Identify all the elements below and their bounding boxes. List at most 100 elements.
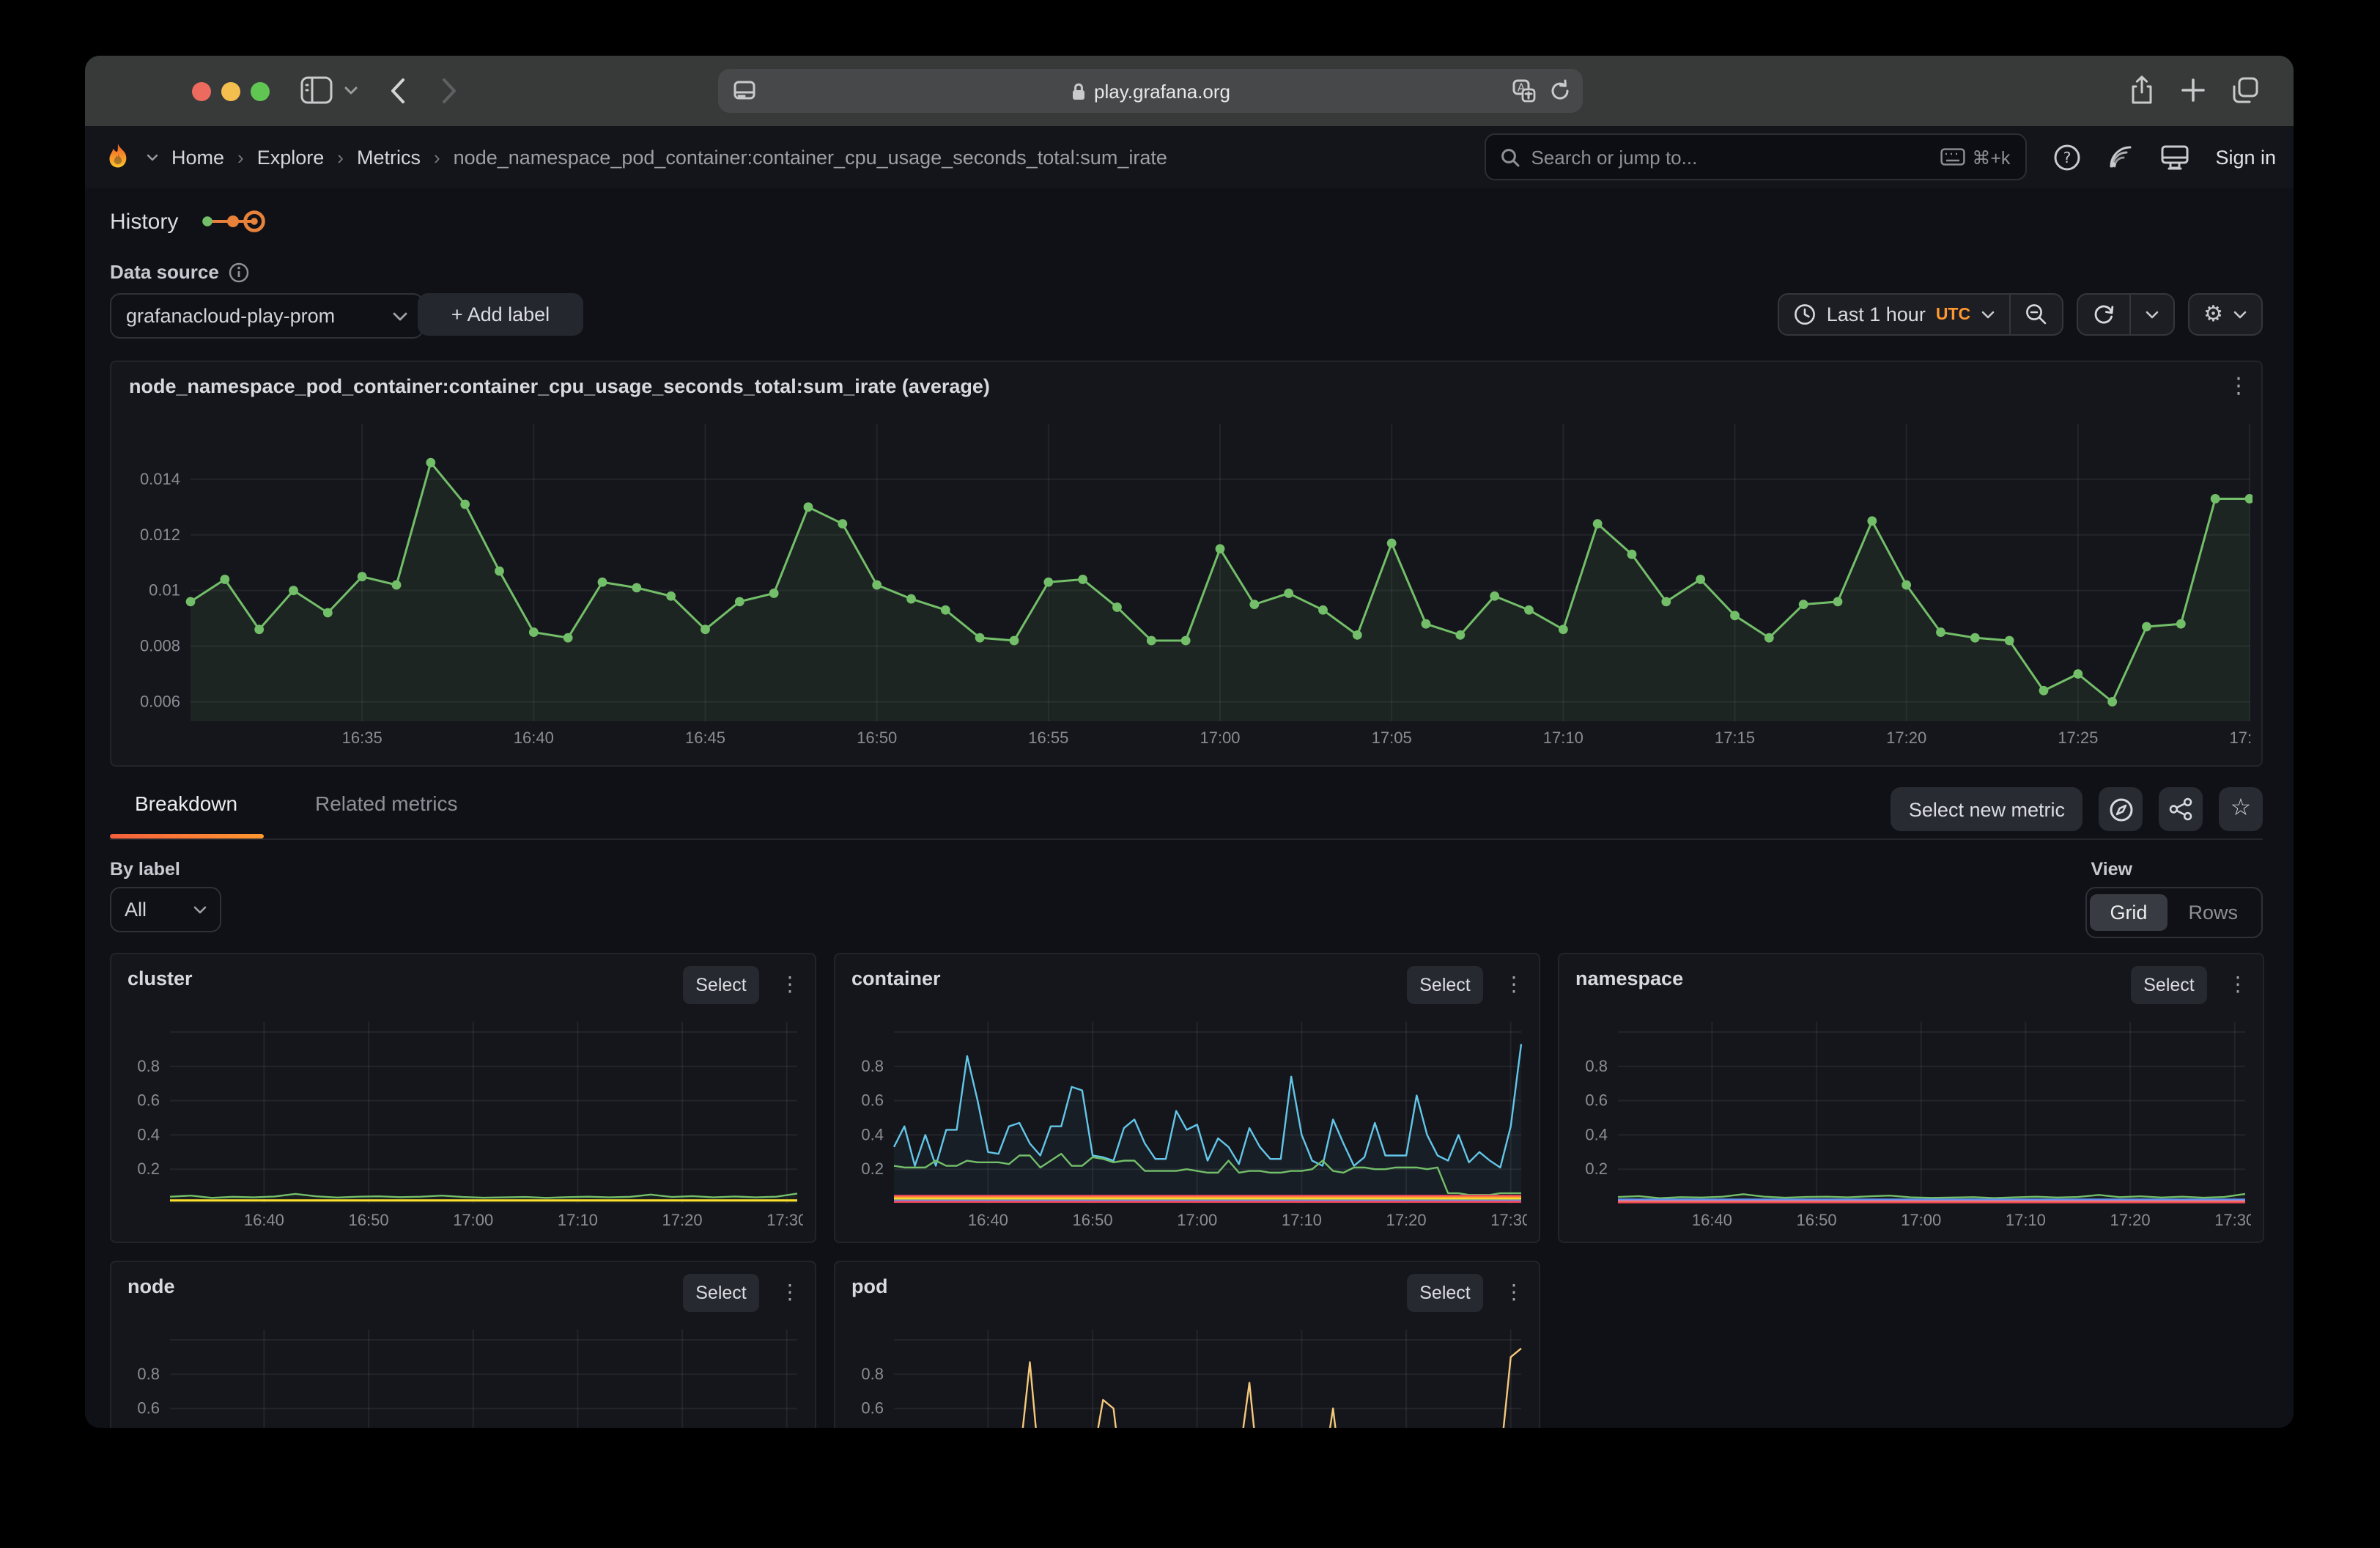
select-button[interactable]: Select: [683, 966, 759, 1004]
panel-pod: pod Select ⋮ 0.20.40.60.816:4016:5017:00…: [834, 1261, 1540, 1428]
search-shortcut: ⌘+k: [1940, 146, 2010, 168]
select-new-metric-button[interactable]: Select new metric: [1891, 787, 2082, 831]
news-rss-icon[interactable]: [2107, 144, 2133, 170]
browser-window: play.grafana.org A: [85, 56, 2294, 1428]
svg-text:17:00: 17:00: [453, 1211, 493, 1229]
panel-cluster: cluster Select ⋮ 0.20.40.60.816:4016:501…: [110, 953, 816, 1243]
panel-menu-icon[interactable]: ⋮: [2228, 375, 2250, 397]
breadcrumb-separator: ›: [237, 146, 244, 168]
refresh-interval-dropdown[interactable]: [2130, 295, 2173, 334]
sidebar-chevron-icon[interactable]: [344, 86, 358, 95]
org-chevron-icon[interactable]: [147, 153, 158, 161]
select-button[interactable]: Select: [1407, 966, 1483, 1004]
panel-namespace: namespace Select ⋮ 0.20.40.60.816:4016:5…: [1558, 953, 2264, 1243]
sign-in-button[interactable]: Sign in: [2215, 146, 2276, 168]
forward-button[interactable]: [441, 78, 457, 104]
desktop: play.grafana.org A: [0, 0, 2380, 1548]
address-bar[interactable]: play.grafana.org A: [718, 69, 1583, 113]
settings-button[interactable]: ⚙: [2189, 295, 2261, 334]
tab-breakdown[interactable]: Breakdown: [135, 792, 237, 815]
new-tab-icon[interactable]: [2181, 78, 2206, 103]
select-button[interactable]: Select: [2131, 966, 2207, 1004]
breadcrumb-separator: ›: [337, 146, 344, 168]
panel-node: node Select ⋮ 0.20.40.60.816:4016:5017:0…: [110, 1261, 816, 1428]
svg-text:16:50: 16:50: [1073, 1211, 1113, 1229]
breadcrumb: Home › Explore › Metrics › node_namespac…: [103, 126, 1167, 188]
cluster-chart[interactable]: 0.20.40.60.816:4016:5017:0017:1017:2017:…: [120, 1013, 803, 1233]
namespace-chart[interactable]: 0.20.40.60.816:4016:5017:0017:1017:2017:…: [1568, 1013, 2251, 1233]
history-label: History: [110, 209, 178, 234]
grafana-nav: Home › Explore › Metrics › node_namespac…: [85, 126, 2294, 189]
zoom-out-button[interactable]: [2010, 295, 2061, 334]
svg-text:0.8: 0.8: [861, 1057, 884, 1075]
reload-icon[interactable]: [1549, 79, 1571, 103]
node-chart[interactable]: 0.20.40.60.816:4016:5017:0017:1017:2017:…: [120, 1321, 803, 1428]
pod-chart[interactable]: 0.20.40.60.816:4016:5017:0017:1017:2017:…: [844, 1321, 1527, 1428]
back-button[interactable]: [390, 78, 406, 104]
data-source-picker[interactable]: grafanacloud-play-prom: [110, 293, 424, 339]
panel-menu-icon[interactable]: ⋮: [780, 972, 800, 997]
time-range-picker[interactable]: Last 1 hour UTC: [1780, 295, 2010, 334]
translate-icon[interactable]: A: [1512, 79, 1536, 103]
panel-menu-icon[interactable]: ⋮: [2228, 972, 2248, 997]
panel-menu-icon[interactable]: ⋮: [780, 1280, 800, 1305]
view-rows-option[interactable]: Rows: [2168, 894, 2258, 931]
info-icon[interactable]: [229, 262, 250, 282]
monitor-icon[interactable]: [2159, 143, 2189, 171]
share-icon[interactable]: [2129, 75, 2154, 106]
svg-text:16:50: 16:50: [1797, 1211, 1837, 1229]
search-input[interactable]: Search or jump to... ⌘+k: [1484, 133, 2026, 180]
chevron-down-icon: [393, 312, 407, 320]
panel-title: cluster: [128, 968, 193, 989]
svg-text:0.6: 0.6: [137, 1399, 160, 1418]
select-button[interactable]: Select: [1407, 1274, 1483, 1312]
by-label-select[interactable]: All: [110, 887, 221, 932]
svg-text:16:40: 16:40: [968, 1211, 1008, 1229]
help-icon[interactable]: ?: [2052, 143, 2080, 171]
svg-text:17:00: 17:00: [1177, 1211, 1217, 1229]
bookmark-star-button[interactable]: ☆: [2219, 787, 2263, 831]
svg-text:0.01: 0.01: [149, 581, 180, 600]
drilldown-compass-button[interactable]: [2099, 787, 2143, 831]
panel-menu-icon[interactable]: ⋮: [1504, 972, 1524, 997]
main-metric-panel: node_namespace_pod_container:container_c…: [110, 361, 2263, 767]
grafana-logo-icon[interactable]: [103, 141, 133, 173]
by-label-value: All: [125, 899, 147, 921]
refresh-button[interactable]: [2077, 295, 2130, 334]
browser-toolbar: play.grafana.org A: [85, 56, 2294, 128]
svg-text:17:20: 17:20: [1886, 729, 1926, 747]
panel-menu-icon[interactable]: ⋮: [1504, 1280, 1524, 1305]
svg-text:16:50: 16:50: [857, 729, 897, 747]
svg-text:16:40: 16:40: [514, 729, 554, 747]
share-panel-button[interactable]: [2159, 787, 2203, 831]
svg-text:0.8: 0.8: [1585, 1057, 1608, 1075]
traffic-close-button[interactable]: [192, 81, 211, 100]
refresh-icon: [2092, 303, 2114, 325]
data-source-value: grafanacloud-play-prom: [126, 305, 335, 327]
svg-text:17:10: 17:10: [558, 1211, 598, 1229]
container-chart[interactable]: 0.20.40.60.816:4016:5017:0017:1017:2017:…: [844, 1013, 1527, 1233]
svg-text:0.8: 0.8: [137, 1057, 160, 1075]
traffic-zoom-button[interactable]: [251, 81, 270, 100]
add-label-button[interactable]: + Add label: [418, 293, 583, 336]
select-button[interactable]: Select: [683, 1274, 759, 1312]
traffic-minimize-button[interactable]: [221, 81, 240, 100]
svg-text:17:00: 17:00: [1901, 1211, 1941, 1229]
tab-overview-icon[interactable]: [2232, 76, 2260, 104]
svg-text:0.008: 0.008: [140, 637, 180, 655]
history-trail-icon[interactable]: [199, 208, 266, 235]
svg-text:17:30: 17:30: [2229, 729, 2252, 747]
sidebar-toggle-icon[interactable]: [300, 76, 333, 104]
breadcrumb-home[interactable]: Home: [171, 146, 224, 168]
panel-container: container Select ⋮ 0.20.40.60.816:4016:5…: [834, 953, 1540, 1243]
svg-text:0.006: 0.006: [140, 692, 180, 710]
svg-text:17:05: 17:05: [1372, 729, 1412, 747]
view-grid-option[interactable]: Grid: [2089, 894, 2168, 931]
svg-text:0.4: 0.4: [137, 1125, 160, 1143]
main-metric-chart[interactable]: 0.0060.0080.010.0120.01416:3516:4016:451…: [123, 409, 2252, 756]
tab-related-metrics[interactable]: Related metrics: [315, 792, 458, 815]
by-label-caption: By label: [110, 859, 180, 880]
breadcrumb-explore[interactable]: Explore: [257, 146, 325, 168]
breadcrumb-metrics[interactable]: Metrics: [357, 146, 421, 168]
breadcrumb-current-metric: node_namespace_pod_container:container_c…: [454, 146, 1167, 168]
